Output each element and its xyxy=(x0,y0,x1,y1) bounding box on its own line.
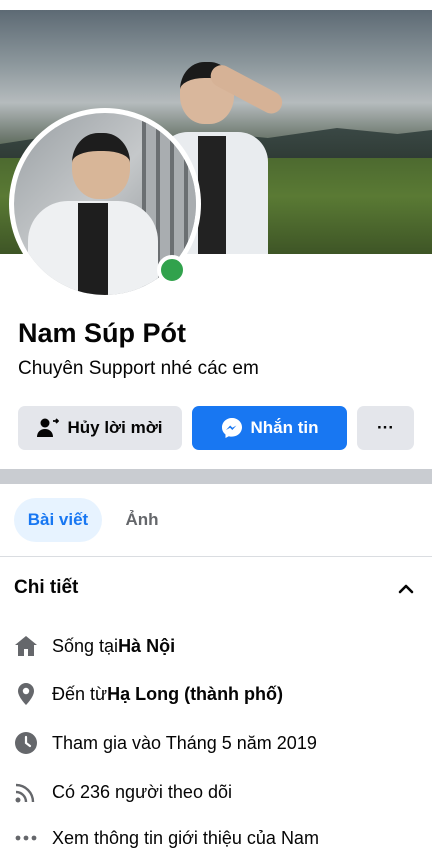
profile-avatar[interactable] xyxy=(9,108,201,300)
see-more-text: Xem thông tin giới thiệu của Nam xyxy=(52,827,319,848)
profile-actions: Hủy lời mời Nhắn tin ··· xyxy=(18,406,414,450)
followers-text: Có 236 người theo dõi xyxy=(52,781,232,802)
chevron-up-icon[interactable] xyxy=(398,581,414,602)
details-header[interactable]: Chi tiết xyxy=(14,577,418,605)
profile-bio: Chuyên Support nhé các em xyxy=(18,358,259,379)
more-options-label: ··· xyxy=(377,418,394,437)
cancel-friend-request-button[interactable]: Hủy lời mời xyxy=(18,406,182,450)
person-cancel-icon xyxy=(37,418,60,438)
tab-photos[interactable]: Ảnh xyxy=(112,498,172,542)
lives-in-value[interactable]: Hà Nội xyxy=(118,636,175,657)
tab-photos-label: Ảnh xyxy=(125,510,159,529)
message-label: Nhắn tin xyxy=(250,418,319,437)
details-title: Chi tiết xyxy=(14,577,79,598)
profile-tabs: Bài viết Ảnh xyxy=(0,498,432,546)
cancel-friend-request-label: Hủy lời mời xyxy=(67,418,163,437)
detail-joined: Tham gia vào Tháng 5 năm 2019 xyxy=(14,728,424,758)
detail-followers: Có 236 người theo dõi xyxy=(14,777,424,807)
detail-see-more[interactable]: Xem thông tin giới thiệu của Nam xyxy=(14,823,424,853)
section-divider xyxy=(0,469,432,484)
rss-followers-icon xyxy=(14,780,38,804)
more-options-button[interactable]: ··· xyxy=(357,406,414,450)
tab-posts[interactable]: Bài viết xyxy=(14,498,102,542)
clock-icon xyxy=(14,731,38,755)
joined-text: Tham gia vào Tháng 5 năm 2019 xyxy=(52,732,317,753)
messenger-icon xyxy=(221,417,243,439)
profile-name: Nam Súp Pót xyxy=(18,318,187,348)
detail-from: Đến từ Hạ Long (thành phố) xyxy=(14,679,424,709)
tabs-divider xyxy=(0,556,432,557)
from-value[interactable]: Hạ Long (thành phố) xyxy=(107,684,283,705)
lives-in-prefix: Sống tại xyxy=(52,635,119,656)
message-button[interactable]: Nhắn tin xyxy=(192,406,347,450)
more-dots-icon xyxy=(14,826,38,850)
online-status-dot xyxy=(157,255,187,285)
detail-lives-in: Sống tại Hà Nội xyxy=(14,631,424,661)
home-icon xyxy=(14,634,38,658)
from-prefix: Đến từ xyxy=(52,683,108,704)
tab-posts-label: Bài viết xyxy=(27,510,89,529)
location-pin-icon xyxy=(14,682,38,706)
